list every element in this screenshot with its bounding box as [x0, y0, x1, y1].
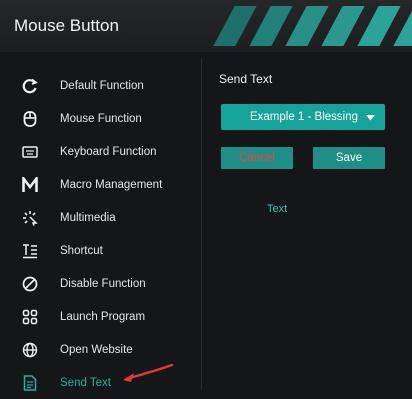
sidebar-item-label: Send Text [60, 377, 111, 389]
sidebar-item-label: Keyboard Function [60, 146, 157, 158]
globe-icon [0, 342, 60, 358]
caret-down-icon [366, 108, 375, 126]
sidebar-item-multimedia[interactable]: Multimedia [0, 202, 200, 234]
macro-m-icon [0, 177, 60, 193]
sidebar-item-open-website[interactable]: Open Website [0, 334, 200, 366]
mouse-icon [0, 111, 60, 127]
sidebar-item-label: Macro Management [60, 179, 163, 191]
dropdown-value: Example 1 - Blessing [249, 111, 358, 123]
sidebar-item-label: Multimedia [60, 212, 116, 224]
sidebar-item-label: Open Website [60, 344, 133, 356]
apps-grid-icon [0, 309, 60, 325]
sidebar-item-label: Launch Program [60, 311, 146, 323]
shortcut-icon [0, 243, 60, 259]
sidebar-item-disable-function[interactable]: Disable Function [0, 268, 200, 300]
sidebar-item-default-function[interactable]: Default Function [0, 70, 200, 102]
sidebar-item-label: Mouse Function [60, 113, 142, 125]
sidebar-item-launch-program[interactable]: Launch Program [0, 301, 200, 333]
sidebar-item-label: Disable Function [60, 278, 146, 290]
cancel-button[interactable]: Cancel [221, 147, 293, 169]
panel-title: Send Text [219, 72, 273, 86]
decorative-stripes [198, 0, 412, 52]
sidebar-item-mouse-function[interactable]: Mouse Function [0, 103, 200, 135]
sidebar-item-shortcut[interactable]: Shortcut [0, 235, 200, 267]
window-title: Mouse Button [14, 16, 119, 35]
save-button[interactable]: Save [313, 147, 385, 169]
keyboard-icon [0, 146, 60, 158]
text-preset-dropdown[interactable]: Example 1 - Blessing [221, 104, 385, 130]
text-field-label: Text [267, 203, 288, 215]
sidebar-item-label: Shortcut [60, 245, 103, 257]
send-text-panel: Send Text Example 1 - Blessing Cancel Sa… [203, 62, 412, 389]
title-bar: Mouse Button [0, 0, 412, 52]
function-sidebar: Default Function Mouse Function Keyboard… [0, 62, 200, 391]
panel-divider [201, 58, 202, 389]
sidebar-item-label: Default Function [60, 80, 144, 92]
sidebar-item-macro-management[interactable]: Macro Management [0, 169, 200, 201]
sidebar-item-keyboard-function[interactable]: Keyboard Function [0, 136, 200, 168]
multimedia-icon [0, 210, 60, 226]
disable-icon [0, 276, 60, 292]
annotation-arrow-icon [123, 363, 174, 382]
refresh-icon [0, 78, 60, 94]
